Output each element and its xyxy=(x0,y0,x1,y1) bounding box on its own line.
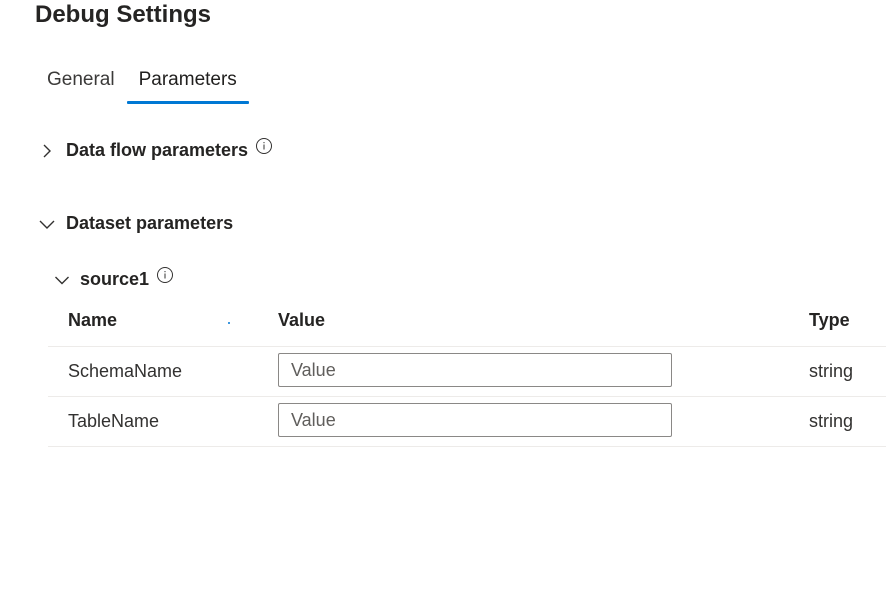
tab-general[interactable]: General xyxy=(35,62,127,102)
chevron-down-icon xyxy=(38,215,56,233)
tab-bar: General Parameters xyxy=(35,62,250,106)
parameters-grid: Name Value Type SchemaName string TableN… xyxy=(48,300,886,447)
column-header-type[interactable]: Type xyxy=(809,310,850,331)
param-type: string xyxy=(809,361,854,381)
dataset-parameters-header[interactable]: Dataset parameters xyxy=(38,213,233,234)
param-value-input[interactable] xyxy=(278,403,672,437)
chevron-down-icon xyxy=(54,272,70,288)
table-row: TableName string xyxy=(48,397,886,447)
info-icon[interactable] xyxy=(255,137,273,155)
info-icon[interactable] xyxy=(156,266,174,284)
dialog-title: Debug Settings xyxy=(35,1,212,28)
param-value-input[interactable] xyxy=(278,353,672,387)
source1-header[interactable]: source1 xyxy=(54,266,174,290)
dataset-parameters-label: Dataset parameters xyxy=(66,213,234,233)
param-name: TableName xyxy=(68,411,160,431)
data-flow-parameters-header[interactable]: Data flow parameters xyxy=(38,137,273,161)
column-header-value[interactable]: Value xyxy=(278,310,325,331)
param-type: string xyxy=(809,411,854,431)
column-header-name[interactable]: Name xyxy=(68,310,117,331)
data-flow-parameters-label: Data flow parameters xyxy=(66,140,249,160)
column-resize-handle[interactable] xyxy=(228,322,230,324)
tab-parameters[interactable]: Parameters xyxy=(126,62,250,104)
param-name: SchemaName xyxy=(68,361,183,381)
source1-label: source1 xyxy=(80,269,150,289)
grid-header: Name Value Type xyxy=(48,300,886,347)
chevron-right-icon xyxy=(38,142,56,160)
table-row: SchemaName string xyxy=(48,347,886,397)
